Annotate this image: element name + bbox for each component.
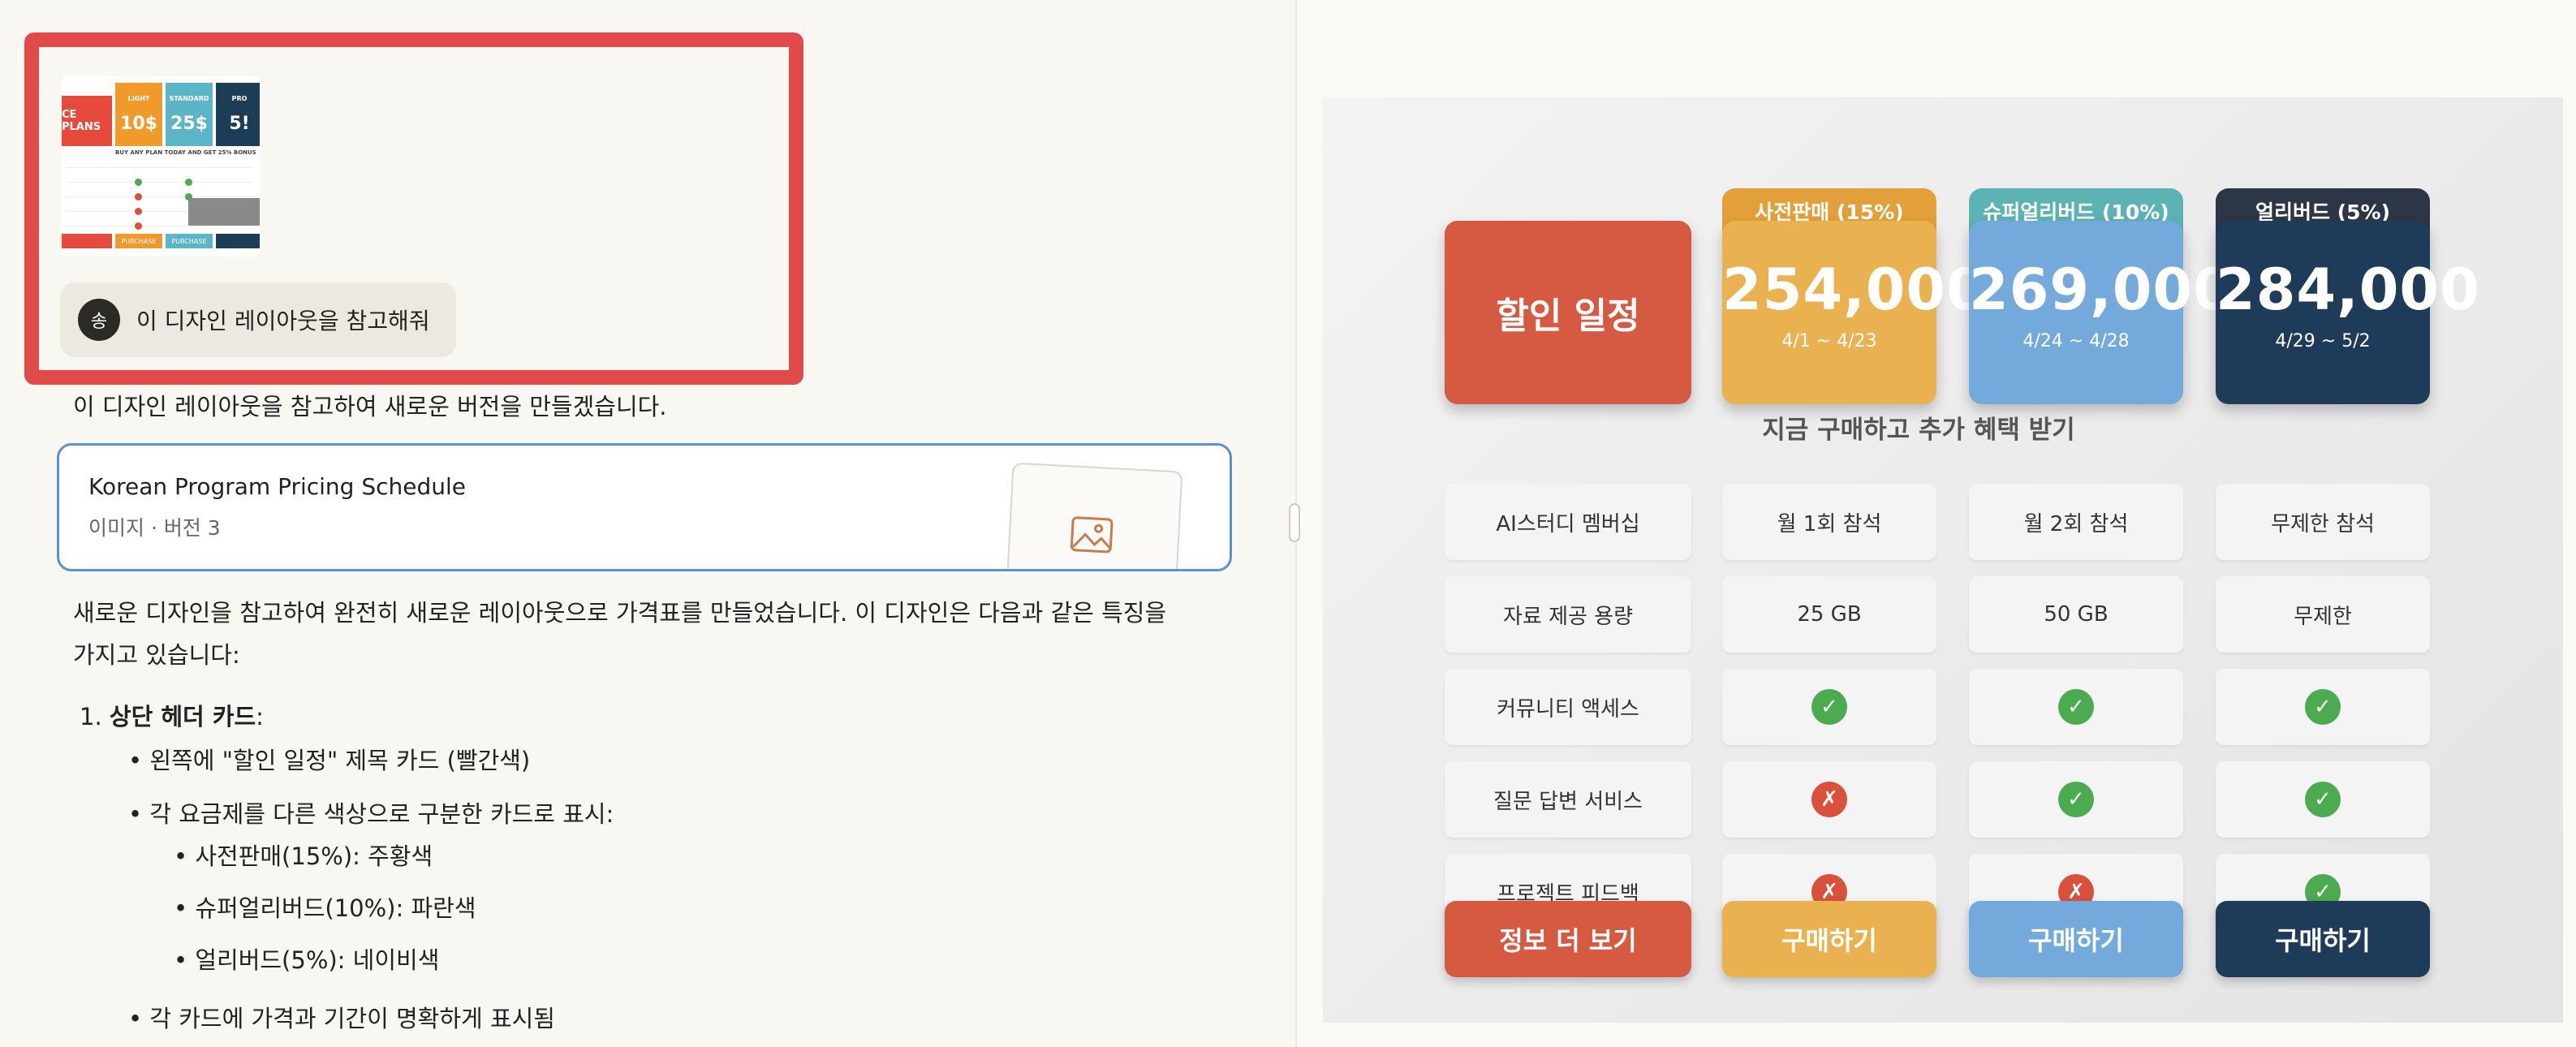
feature-cell: 무제한 (2216, 576, 2430, 653)
check-icon: ✓ (2305, 689, 2341, 725)
buy-button-presale[interactable]: 구매하기 (1722, 901, 1936, 977)
feature-cell: ✓ (2216, 761, 2430, 838)
price-value: 254,000 (1722, 256, 1987, 323)
feature-label: 커뮤니티 액세스 (1445, 669, 1691, 745)
price-card-super-early-bird: 269,000 4/24 ~ 4/28 (1969, 221, 2234, 404)
check-icon: ✓ (2058, 689, 2094, 725)
price-dates: 4/24 ~ 4/28 (2022, 331, 2130, 351)
check-icon: ✓ (2305, 782, 2341, 817)
bullet-item: • 각 요금제를 다른 색상으로 구분한 카드로 표시: (128, 800, 614, 828)
buy-button-super-early-bird[interactable]: 구매하기 (1969, 901, 2183, 977)
assistant-body-line2: 가지고 있습니다: (73, 641, 240, 669)
artifact-title: Korean Program Pricing Schedule (88, 473, 467, 500)
feature-cell: 50 GB (1969, 576, 2183, 653)
bullet-item: • 왼쪽에 "할인 일정" 제목 카드 (빨간색) (128, 747, 531, 774)
more-info-button[interactable]: 정보 더 보기 (1445, 901, 1691, 977)
price-card-early-bird: 284,000 4/29 ~ 5/2 (2216, 221, 2480, 404)
sub-bullet-item: • 슈퍼얼리버드(10%): 파란색 (174, 894, 476, 922)
buy-button-early-bird[interactable]: 구매하기 (2216, 901, 2430, 977)
resize-handle[interactable] (1289, 503, 1300, 542)
artifact-preview-thumbnail (1005, 462, 1183, 569)
sub-bullet-item: • 얼리버드(5%): 네이비색 (174, 946, 440, 974)
price-value: 284,000 (2216, 256, 2480, 323)
discount-schedule-card: 할인 일정 (1445, 221, 1691, 404)
cross-icon: ✗ (1811, 782, 1847, 817)
feature-cell: 월 1회 참석 (1722, 484, 1936, 560)
feature-cell: ✓ (1969, 669, 2183, 745)
feature-cell: ✓ (2216, 669, 2430, 745)
artifact-preview: 할인 일정 사전판매 (15%) 슈퍼얼리버드 (10%) 얼리버드 (5%) … (1323, 97, 2563, 1023)
feature-cell: 월 2회 참석 (1969, 484, 2183, 560)
price-value: 269,000 (1969, 256, 2234, 323)
feature-label: 질문 답변 서비스 (1445, 761, 1691, 838)
chat-pane: CE PLANS LIGHT 10$ STANDARD 25$ PRO 5! B… (0, 0, 1295, 1047)
price-dates: 4/29 ~ 5/2 (2275, 331, 2371, 351)
price-card-presale: 254,000 4/1 ~ 4/23 (1722, 221, 1987, 404)
feature-label: 자료 제공 용량 (1445, 576, 1691, 653)
check-icon: ✓ (2058, 782, 2094, 817)
bullet-item: • 각 카드에 가격과 기간이 명확하게 표시됨 (128, 1005, 555, 1032)
highlight-box (24, 32, 803, 385)
price-dates: 4/1 ~ 4/23 (1781, 331, 1877, 351)
feature-cell: ✗ (1722, 761, 1936, 838)
list-heading: 1. 상단 헤더 카드: (80, 703, 264, 730)
feature-cell: ✓ (1969, 761, 2183, 838)
artifact-subtitle: 이미지 · 버전 3 (88, 516, 221, 540)
feature-cell: ✓ (1722, 669, 1936, 745)
feature-cell: 25 GB (1722, 576, 1936, 653)
check-icon: ✓ (1811, 689, 1847, 725)
feature-label: AI스터디 멤버십 (1445, 484, 1691, 560)
feature-cell: 무제한 참석 (2216, 484, 2430, 560)
benefits-subheading: 지금 구매하고 추가 혜택 받기 (1762, 416, 2075, 445)
assistant-intro: 이 디자인 레이아웃을 참고하여 새로운 버전을 만들겠습니다. (73, 393, 667, 420)
sub-bullet-item: • 사전판매(15%): 주황색 (174, 842, 433, 870)
image-icon (1070, 516, 1114, 554)
artifact-card[interactable]: Korean Program Pricing Schedule 이미지 · 버전… (57, 443, 1232, 571)
assistant-body-line1: 새로운 디자인을 참고하여 완전히 새로운 레이아웃으로 가격표를 만들었습니다… (73, 599, 1167, 627)
